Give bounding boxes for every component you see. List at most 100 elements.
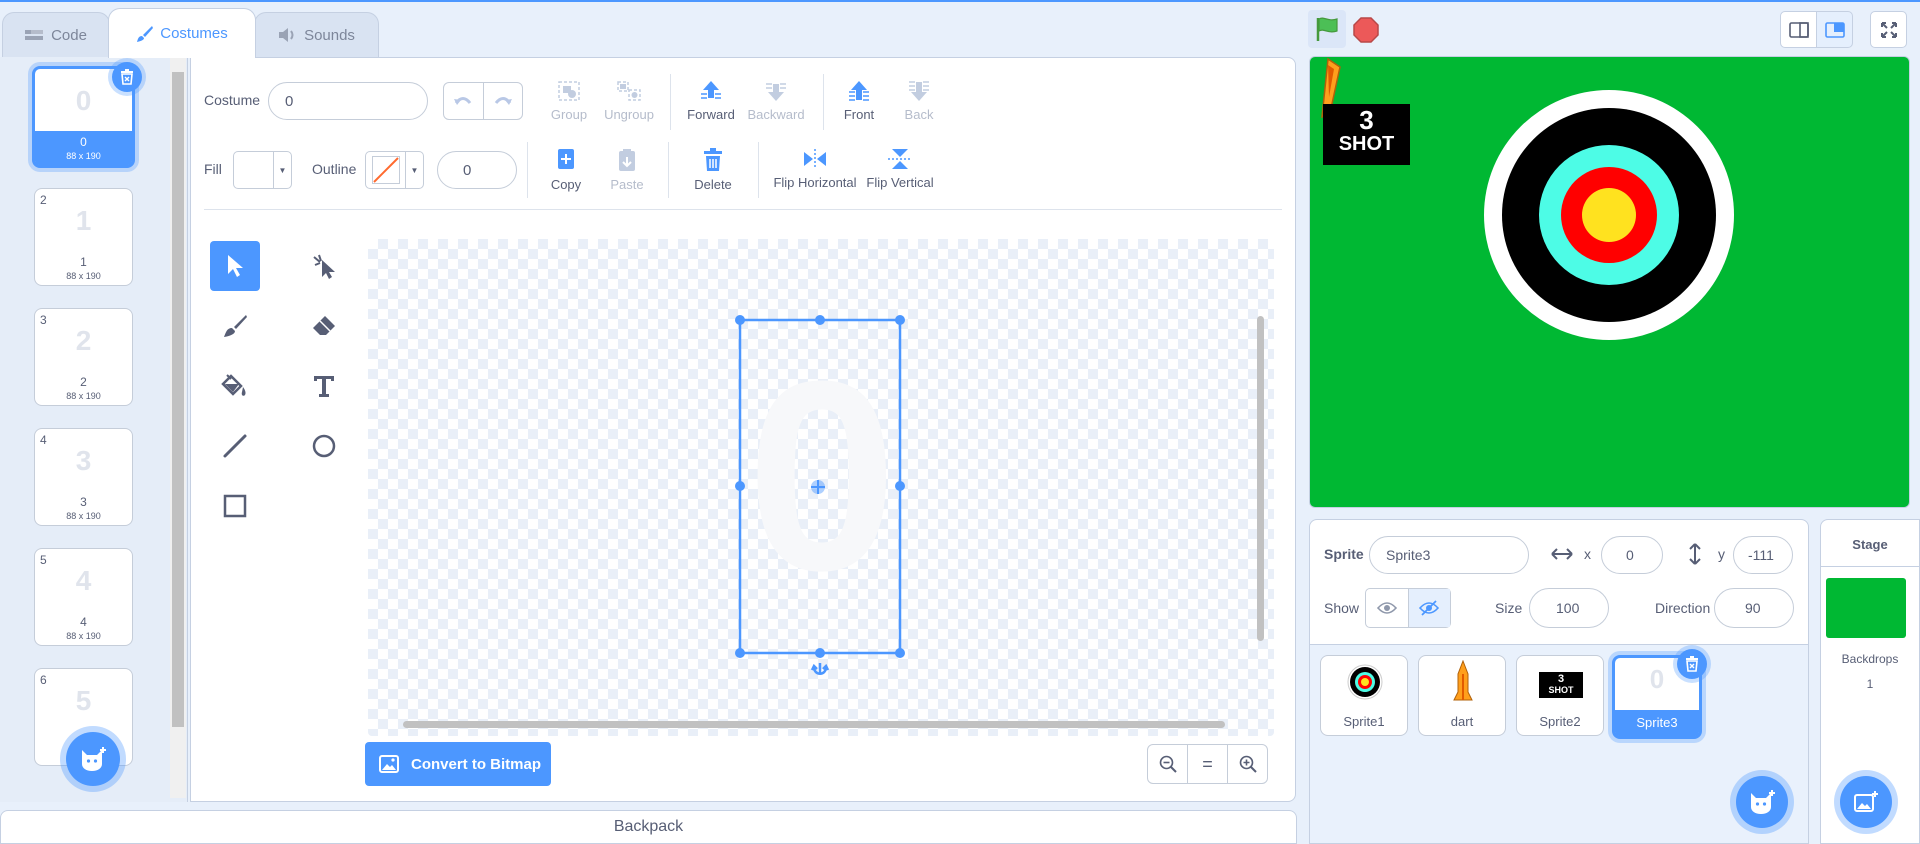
top-accent-bar (0, 0, 1920, 2)
front-button[interactable]: Front (838, 80, 880, 122)
group-label: Group (550, 107, 588, 122)
front-label: Front (843, 107, 875, 122)
sprite-tile-dart[interactable]: dart (1418, 655, 1506, 736)
flip-horizontal-label: Flip Horizontal (773, 175, 857, 190)
eye-icon (1376, 602, 1397, 614)
brush-tool[interactable] (210, 301, 260, 351)
selection-box[interactable] (730, 314, 914, 684)
copy-button[interactable]: Copy (548, 148, 584, 192)
size-input[interactable]: 100 (1529, 588, 1609, 628)
dart-thumbnail (1453, 660, 1473, 701)
green-flag-button[interactable] (1308, 10, 1346, 48)
costume-item[interactable]: 5 4 4 88 x 190 (34, 548, 133, 646)
outline-width-input[interactable]: 0 (437, 151, 517, 189)
flip-vertical-button[interactable]: Flip Vertical (866, 148, 934, 190)
tab-costumes[interactable]: Costumes (108, 8, 256, 58)
fill-swatch (234, 152, 274, 188)
delete-costume-button[interactable] (112, 62, 142, 92)
select-tool[interactable] (210, 241, 260, 291)
toolbar-divider (670, 74, 671, 130)
stage-canvas[interactable]: 3 SHOT (1309, 56, 1910, 508)
sprite-name: Sprite1 (1343, 714, 1385, 729)
zoom-out-icon (1159, 755, 1177, 773)
zoom-reset-button[interactable]: = (1188, 745, 1228, 783)
zoom-controls: = (1147, 744, 1268, 784)
hide-button[interactable] (1408, 589, 1450, 627)
choose-sprite-button[interactable] (1736, 776, 1788, 828)
backpack-bar[interactable]: Backpack (0, 810, 1297, 844)
outline-swatch (366, 152, 406, 188)
ungroup-button[interactable]: Ungroup (603, 80, 655, 122)
shot-label: SHOT (1338, 133, 1395, 155)
costume-list-scroll-thumb[interactable] (172, 72, 184, 727)
paste-button[interactable]: Paste (607, 148, 647, 192)
reshape-tool[interactable] (299, 241, 349, 291)
flip-horizontal-button[interactable]: Flip Horizontal (773, 148, 857, 190)
small-stage-button[interactable] (1780, 11, 1817, 48)
costume-item[interactable]: 3 2 2 88 x 190 (34, 308, 133, 406)
backpack-label: Backpack (613, 818, 684, 835)
forward-button[interactable]: Forward (685, 80, 737, 122)
fullscreen-button[interactable] (1870, 11, 1907, 48)
back-button[interactable]: Back (898, 80, 940, 122)
stop-button[interactable] (1352, 16, 1380, 44)
zoom-in-button[interactable] (1228, 745, 1267, 783)
choose-backdrop-button[interactable] (1840, 776, 1892, 828)
choose-costume-button[interactable] (66, 732, 120, 786)
convert-to-bitmap-button[interactable]: Convert to Bitmap (365, 742, 551, 786)
cat-plus-icon (82, 747, 106, 771)
backdrop-thumbnail[interactable] (1826, 578, 1906, 638)
eraser-tool[interactable] (299, 301, 349, 351)
group-icon (558, 81, 580, 101)
redo-button[interactable] (484, 83, 523, 119)
target-sprite[interactable] (1483, 89, 1735, 341)
delete-sprite-button[interactable] (1677, 649, 1707, 679)
zoom-out-button[interactable] (1148, 745, 1188, 783)
costume-item[interactable]: 4 3 3 88 x 190 (34, 428, 133, 526)
group-button[interactable]: Group (548, 80, 590, 122)
undo-button[interactable] (444, 83, 484, 119)
y-input[interactable]: -111 (1733, 536, 1793, 574)
redo-icon (494, 97, 512, 105)
show-button[interactable] (1366, 589, 1409, 627)
code-icon (25, 30, 44, 40)
x-input[interactable]: 0 (1601, 536, 1663, 574)
normal-stage-icon (1824, 21, 1845, 38)
speaker-icon (279, 28, 294, 42)
outline-color-picker[interactable]: ▼ (365, 151, 424, 189)
costume-thumbnail: 2 (75, 325, 92, 356)
backward-icon (766, 83, 786, 101)
direction-input[interactable]: 90 (1714, 588, 1794, 628)
line-tool[interactable] (210, 421, 260, 471)
canvas-vertical-scrollbar[interactable] (1257, 316, 1264, 641)
sprite-tile-sprite1[interactable]: Sprite1 (1320, 655, 1408, 736)
fill-tool[interactable] (210, 361, 260, 411)
text-icon (314, 376, 334, 397)
tab-code[interactable]: Code (2, 12, 110, 57)
sprite-name-input[interactable]: Sprite3 (1369, 536, 1529, 574)
stop-icon (1353, 17, 1379, 43)
shot-counter-sprite[interactable]: 3 SHOT (1323, 104, 1410, 165)
canvas-horizontal-scrollbar[interactable] (403, 721, 1225, 728)
flip-horizontal-icon (804, 149, 826, 169)
fill-color-picker[interactable]: ▼ (233, 151, 292, 189)
costume-name: 1 (80, 255, 87, 269)
normal-stage-button[interactable] (1816, 11, 1853, 48)
costume-name-input[interactable]: 0 (268, 82, 428, 120)
costume-name: 4 (80, 615, 87, 629)
sprite-tile-sprite2[interactable]: 3 SHOT Sprite2 (1516, 655, 1604, 736)
circle-tool[interactable] (299, 421, 349, 471)
backward-label: Backward (747, 107, 805, 122)
y-label: y (1718, 546, 1725, 562)
backdrop-plus-icon (1854, 791, 1878, 812)
paste-icon (619, 149, 635, 171)
text-tool[interactable] (299, 361, 349, 411)
costume-item[interactable]: 2 1 1 88 x 190 (34, 188, 133, 286)
backward-button[interactable]: Backward (747, 80, 805, 122)
x-label: x (1584, 546, 1591, 562)
rectangle-tool[interactable] (210, 481, 260, 531)
costume-dimensions: 88 x 190 (66, 511, 101, 521)
delete-button[interactable]: Delete (688, 148, 738, 192)
costume-dimensions: 88 x 190 (66, 271, 101, 281)
tab-sounds[interactable]: Sounds (254, 12, 379, 57)
